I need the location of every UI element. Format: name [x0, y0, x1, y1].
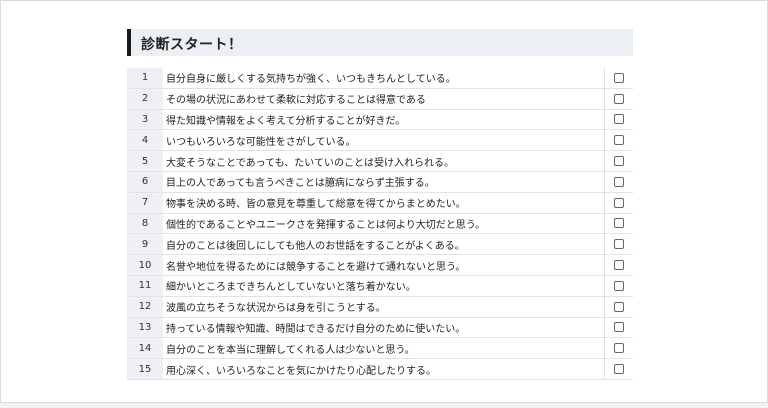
question-text: 個性的であることやユニークさを発揮することは何より大切だと思う。: [166, 219, 486, 231]
question-checkbox[interactable]: [614, 301, 624, 312]
question-checkbox[interactable]: [614, 176, 624, 187]
question-number: 12: [127, 296, 163, 317]
question-row: 5 大変そうなことであっても、たいていのことは受け入れられる。: [127, 151, 633, 172]
section-title: 診断スタート！: [141, 37, 243, 53]
question-row: 11 細かいところまできちんとしていないと落ち着かない。: [127, 275, 633, 297]
question-text: 物事を決める時、皆の意見を尊重して総意を得てからまとめたい。: [166, 199, 466, 211]
question-number: 10: [127, 255, 163, 275]
question-number: 5: [127, 151, 163, 171]
question-checkbox[interactable]: [614, 135, 624, 146]
question-row: 7 物事を決める時、皆の意見を尊重して総意を得てからまとめたい。: [127, 192, 633, 214]
question-number: 2: [127, 88, 163, 109]
question-text: 波風の立ちそうな状況からは身を引こうとする。: [166, 303, 386, 315]
question-row: 12 波風の立ちそうな状況からは身を引こうとする。: [127, 296, 633, 318]
question-number: 7: [127, 192, 163, 213]
question-number: 14: [127, 338, 163, 359]
question-row: 14 自分のことを本当に理解してくれる人は少ないと思う。: [127, 338, 633, 360]
question-row: 8 個性的であることやユニークさを発揮することは何より大切だと思う。: [127, 213, 633, 235]
question-checkbox[interactable]: [614, 114, 624, 125]
question-number: 15: [127, 359, 163, 379]
question-checkbox[interactable]: [614, 72, 624, 83]
question-checkbox[interactable]: [614, 260, 624, 271]
question-text: 大変そうなことであっても、たいていのことは受け入れられる。: [166, 157, 454, 169]
question-text: 用心深く、いろいろなことを気にかけたり心配したりする。: [166, 365, 436, 377]
question-checkbox[interactable]: [614, 364, 624, 375]
question-text: 名誉や地位を得るためには競争することを避けて通れないと思う。: [166, 261, 466, 273]
checkbox-cell: [604, 213, 633, 234]
checkbox-cell: [604, 317, 633, 338]
question-row: 1 自分自身に厳しくする気持ちが強く、いつもきちんとしている。: [127, 68, 633, 89]
checkbox-cell: [604, 234, 633, 255]
checkbox-cell: [604, 275, 633, 296]
question-text: 自分のことは後回しにしても他人のお世話をすることがよくある。: [166, 240, 465, 252]
question-checkbox[interactable]: [614, 280, 624, 291]
question-text: 目上の人であっても言うべきことは臆病にならず主張する。: [166, 178, 435, 190]
question-text: いつもいろいろな可能性をさがしている。: [166, 136, 356, 148]
checkbox-cell: [604, 359, 633, 379]
checkbox-cell: [604, 338, 633, 359]
question-number: 8: [127, 213, 163, 234]
checkbox-cell: [604, 255, 633, 275]
question-checkbox[interactable]: [614, 322, 624, 333]
question-number: 1: [127, 68, 163, 88]
question-checkbox[interactable]: [614, 93, 624, 104]
question-checkbox[interactable]: [614, 197, 624, 208]
question-text: その場の状況にあわせて柔軟に対応することは得意である: [166, 95, 426, 107]
question-row: 13 持っている情報や知識、時間はできるだけ自分のために使いたい。: [127, 317, 633, 339]
question-number: 6: [127, 171, 163, 192]
question-number: 9: [127, 234, 163, 255]
question-row: 10 名誉や地位を得るためには競争することを避けて通れないと思う。: [127, 255, 633, 276]
checkbox-cell: [604, 151, 633, 171]
question-checkbox[interactable]: [614, 343, 624, 354]
question-checkbox[interactable]: [614, 156, 624, 167]
section-heading: 診断スタート！: [127, 29, 633, 56]
checkbox-cell: [604, 296, 633, 317]
checkbox-cell: [604, 68, 633, 88]
question-checkbox[interactable]: [614, 218, 624, 229]
question-number: 3: [127, 109, 163, 130]
question-text: 細かいところまできちんとしていないと落ち着かない。: [166, 282, 416, 294]
question-row: 4 いつもいろいろな可能性をさがしている。: [127, 130, 633, 152]
question-number: 4: [127, 130, 163, 151]
checkbox-cell: [604, 130, 633, 151]
checkbox-cell: [604, 192, 633, 213]
question-row: 6 目上の人であっても言うべきことは臆病にならず主張する。: [127, 171, 633, 193]
question-row: 3 得た知識や情報をよく考えて分析することが好きだ。: [127, 109, 633, 131]
question-table: 1 自分自身に厳しくする気持ちが強く、いつもきちんとしている。 2 その場の状況にあわ…: [127, 68, 633, 408]
question-row: 15 用心深く、いろいろなことを気にかけたり心配したりする。: [127, 359, 633, 380]
question-text: 自分のことを本当に理解してくれる人は少ないと思う。: [166, 344, 415, 356]
question-number: 11: [127, 275, 163, 296]
question-text: 持っている情報や知識、時間はできるだけ自分のために使いたい。: [166, 323, 466, 335]
checkbox-cell: [604, 88, 633, 109]
question-row: 2 その場の状況にあわせて柔軟に対応することは得意である: [127, 88, 633, 110]
question-text: 得た知識や情報をよく考えて分析することが好きだ。: [166, 115, 406, 127]
question-text: 自分自身に厳しくする気持ちが強く、いつもきちんとしている。: [166, 74, 456, 86]
question-row: 9 自分のことは後回しにしても他人のお世話をすることがよくある。: [127, 234, 633, 256]
question-checkbox[interactable]: [614, 239, 624, 250]
checkbox-cell: [604, 109, 633, 130]
checkbox-cell: [604, 171, 633, 192]
question-number: 13: [127, 317, 163, 338]
